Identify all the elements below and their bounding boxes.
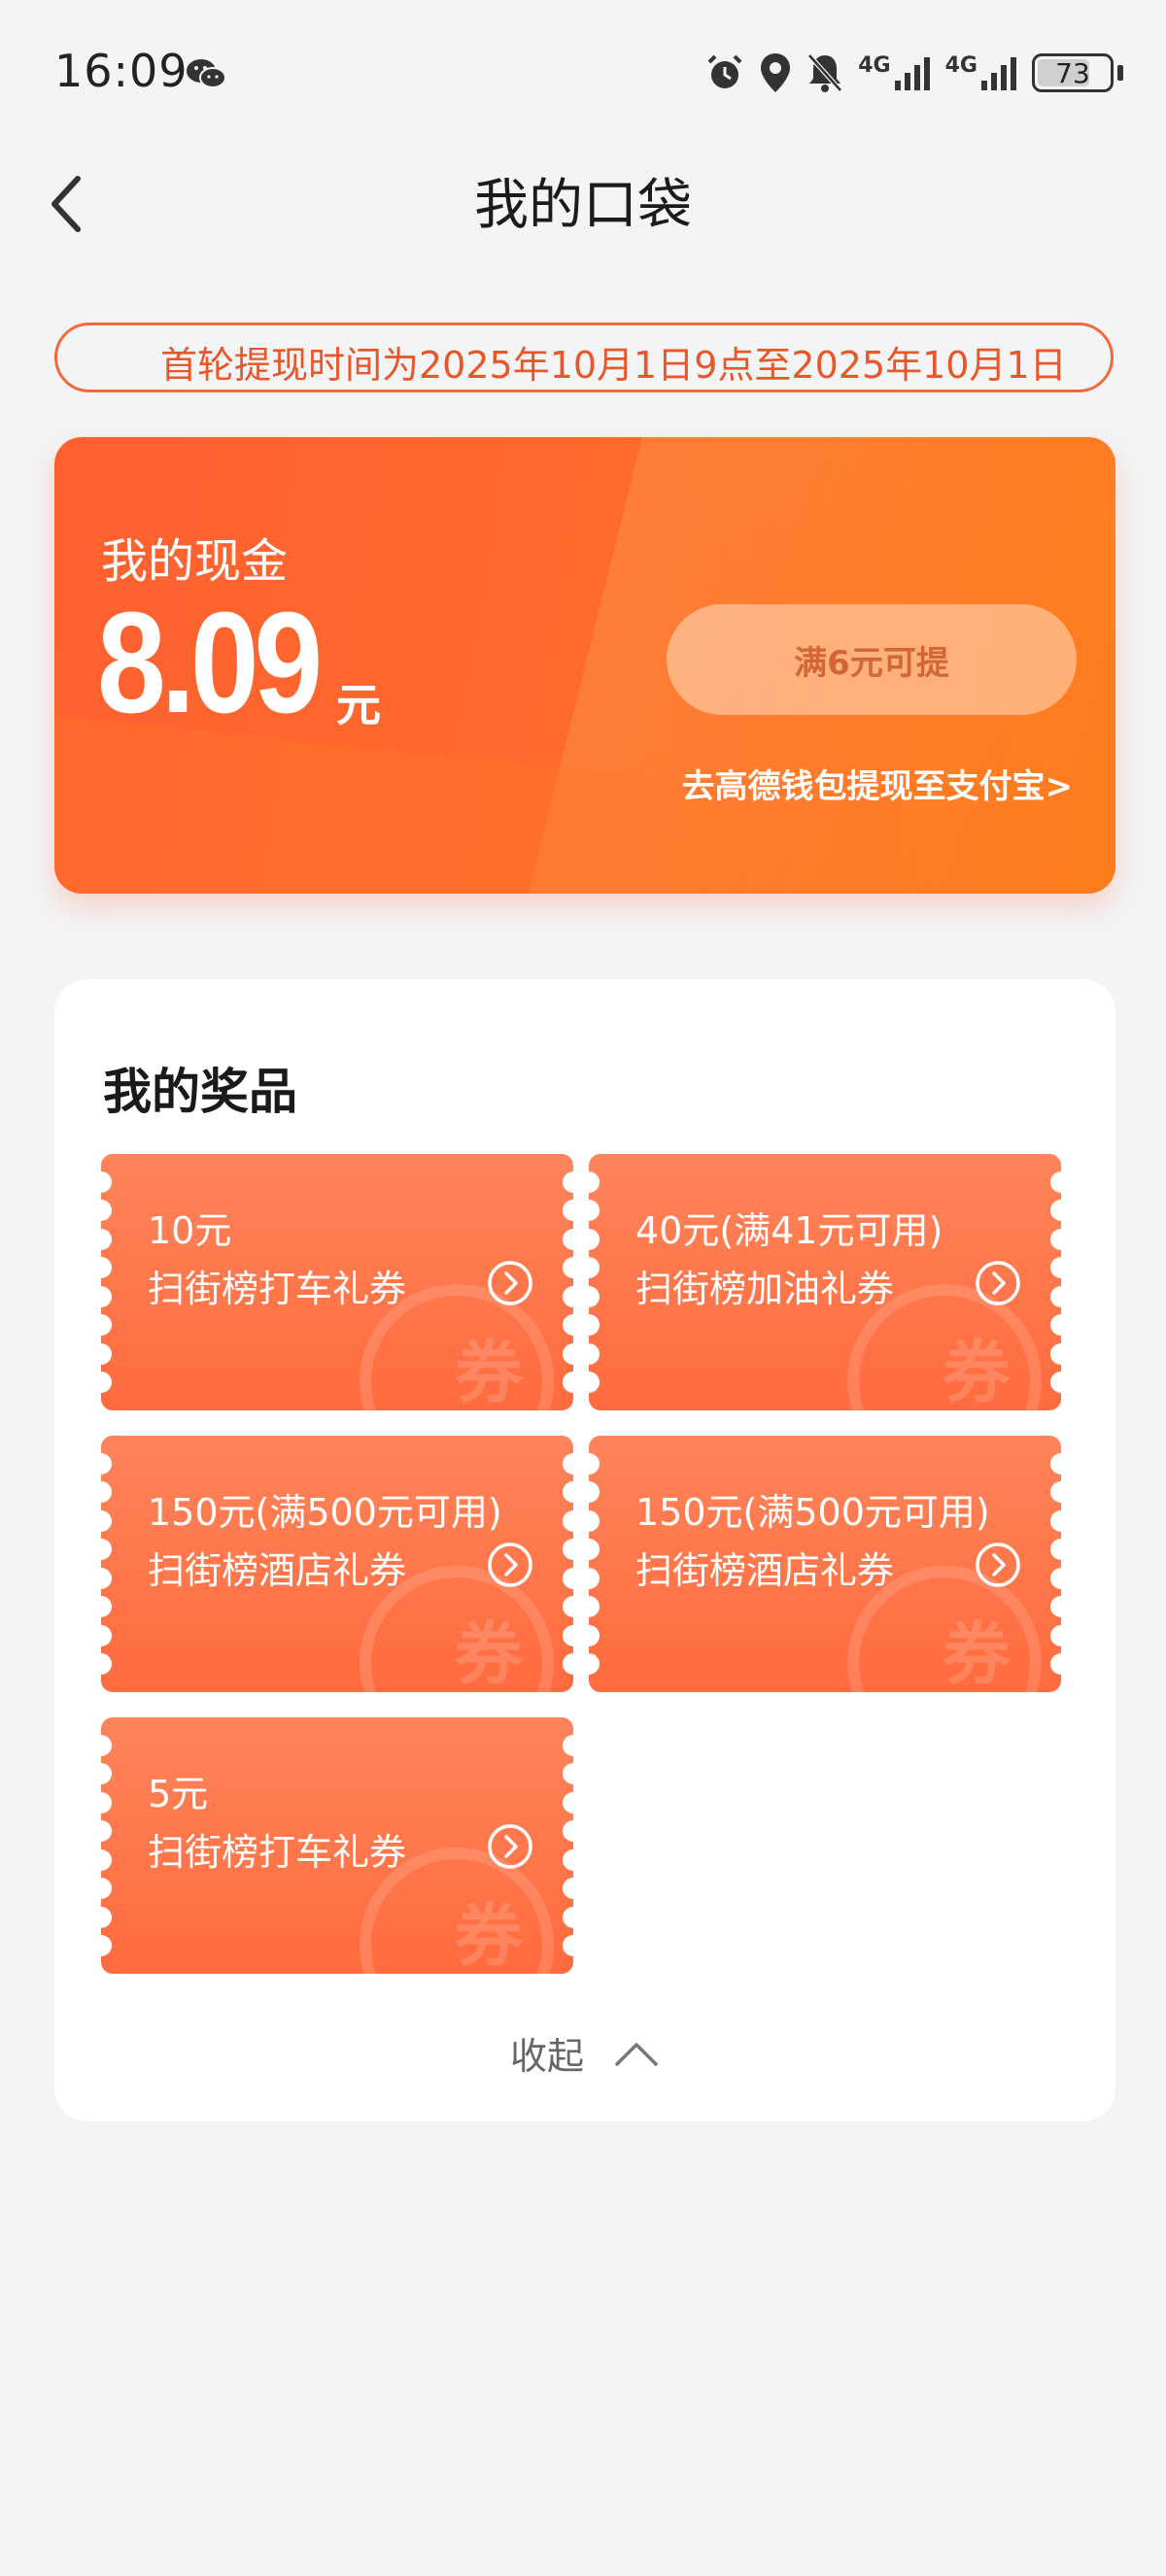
status-icons: 4G 4G 73	[704, 49, 1123, 97]
notice-text: 首轮提现时间为2025年10月1日9点至2025年10月1日	[160, 344, 1067, 387]
chevron-right-circle-icon[interactable]	[974, 1541, 1022, 1589]
coupon-card[interactable]: 券 5元 扫街榜打车礼券	[101, 1717, 573, 1974]
signal-icon	[894, 57, 930, 90]
cash-unit: 元	[336, 679, 381, 731]
collapse-label: 收起	[509, 2035, 584, 2078]
coupon-card[interactable]: 券 10元 扫街榜打车礼券	[101, 1154, 573, 1410]
chevron-right-circle-icon[interactable]	[486, 1259, 534, 1307]
coupon-card[interactable]: 券 150元(满500元可用) 扫街榜酒店礼券	[589, 1436, 1061, 1692]
coupon-name: 扫街榜酒店礼券	[635, 1549, 895, 1592]
alarm-icon	[707, 54, 742, 88]
coupon-amount: 150元(满500元可用)	[148, 1491, 502, 1534]
battery-tip	[1117, 65, 1123, 81]
page-title: 我的口袋	[474, 174, 692, 237]
cash-amount: 8.09	[97, 583, 323, 743]
coupon-card[interactable]: 券 150元(满500元可用) 扫街榜酒店礼券	[101, 1436, 573, 1692]
status-time: 16:09	[54, 45, 189, 97]
coupon-watermark-text: 券	[943, 1614, 1011, 1692]
network-type-1: 4G	[858, 53, 891, 78]
prizes-card: 我的奖品 券 10元 扫街榜打车礼券 券 40元(满41元可用) 扫街榜加油礼券	[54, 979, 1115, 2121]
withdraw-button[interactable]: 满6元可提	[667, 604, 1077, 715]
coupon-name: 扫街榜打车礼券	[148, 1268, 407, 1310]
coupon-watermark-text: 券	[455, 1896, 523, 1974]
chevron-right-circle-icon[interactable]	[974, 1259, 1022, 1307]
cash-card: 我的现金 8.09 元 满6元可提 去高德钱包提现至支付宝>	[54, 437, 1115, 894]
battery-icon: 73	[1032, 53, 1114, 92]
coupon-name: 扫街榜加油礼券	[635, 1268, 895, 1310]
coupon-watermark-text: 券	[455, 1333, 523, 1410]
coupon-name: 扫街榜打车礼券	[148, 1831, 407, 1874]
network-type-2: 4G	[944, 53, 977, 78]
coupon-amount: 10元	[148, 1209, 232, 1252]
mute-bell-icon	[807, 53, 843, 92]
battery-level: 73	[1055, 56, 1090, 89]
chevron-up-icon	[615, 2042, 658, 2066]
coupon-card[interactable]: 券 40元(满41元可用) 扫街榜加油礼券	[589, 1154, 1061, 1410]
status-bar: 16:09 4G 4G 73	[0, 0, 1166, 146]
signal-icon	[981, 57, 1016, 90]
coupon-amount: 5元	[148, 1773, 209, 1815]
prizes-title: 我的奖品	[103, 1064, 297, 1120]
collapse-button[interactable]: 收起	[54, 2026, 1115, 2080]
location-icon	[761, 53, 791, 92]
alipay-withdraw-link[interactable]: 去高德钱包提现至支付宝>	[682, 760, 1074, 807]
coupon-watermark-text: 券	[455, 1614, 523, 1692]
page: 16:09 4G 4G 73 我的口袋 首轮提现时间为2025年10月1日9点至…	[0, 0, 1166, 2576]
chevron-right-circle-icon[interactable]	[486, 1541, 534, 1589]
coupon-name: 扫街榜酒店礼券	[148, 1549, 407, 1592]
chevron-right-circle-icon[interactable]	[486, 1822, 534, 1871]
wechat-icon	[187, 59, 226, 88]
coupon-amount: 40元(满41元可用)	[635, 1209, 943, 1252]
coupon-amount: 150元(满500元可用)	[635, 1491, 990, 1534]
coupon-watermark-text: 券	[943, 1333, 1011, 1410]
notice-banner: 首轮提现时间为2025年10月1日9点至2025年10月1日	[54, 322, 1114, 392]
